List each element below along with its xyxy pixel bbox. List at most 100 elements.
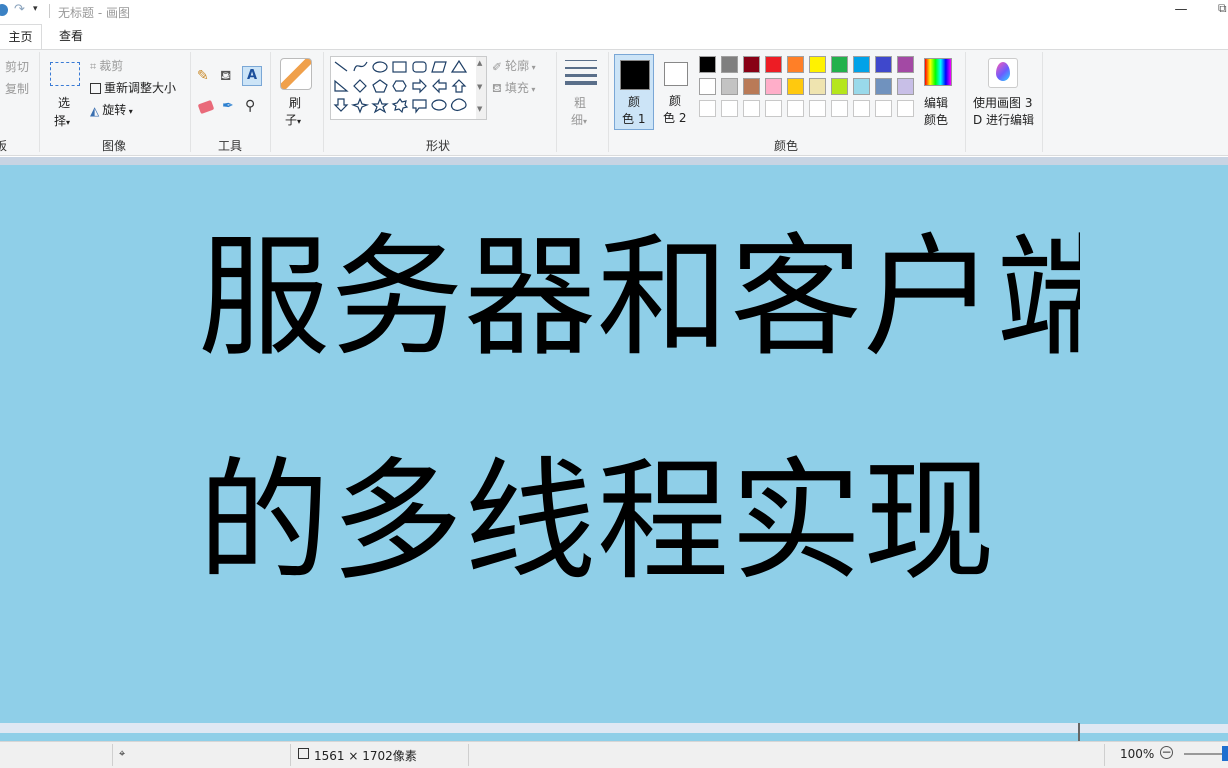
separator: [556, 52, 557, 152]
crop-label: 裁剪: [99, 59, 124, 73]
select-button[interactable]: 选 择▾: [46, 58, 86, 128]
minimize-button[interactable]: —: [1174, 2, 1188, 17]
brushes-label-2: 子▾: [285, 113, 302, 127]
cut-button[interactable]: 剪切: [5, 58, 29, 75]
shapes-scrollbar[interactable]: ▲ ▼ ▼: [476, 56, 487, 120]
palette-color[interactable]: [787, 78, 804, 95]
status-bar: ⌖ 1561 × 1702像素 100% −: [0, 741, 1228, 768]
palette-color[interactable]: [765, 78, 782, 95]
resize-handle[interactable]: [1078, 723, 1080, 741]
copy-label: 复制: [5, 82, 30, 96]
scroll-up-icon: ▲: [477, 59, 483, 67]
custom-color-slot[interactable]: [875, 100, 892, 117]
palette-color[interactable]: [831, 56, 848, 73]
palette-color[interactable]: [897, 56, 914, 73]
palette-color[interactable]: [765, 56, 782, 73]
select-label-1: 选: [58, 96, 71, 110]
separator: [1042, 52, 1043, 152]
palette-color[interactable]: [853, 78, 870, 95]
custom-color-slot[interactable]: [765, 100, 782, 117]
magnifier-icon[interactable]: ⚲: [245, 98, 255, 114]
separator: [270, 52, 271, 152]
customize-quick-access-icon[interactable]: ▾: [33, 4, 38, 14]
fill-bucket-icon[interactable]: ⛾: [220, 68, 238, 86]
color1-button[interactable]: 颜 色 1: [614, 54, 654, 130]
palette-color[interactable]: [875, 56, 892, 73]
palette-color[interactable]: [721, 78, 738, 95]
title-bar: ↷ ▾ 无标题 - 画图 — ⧉: [0, 0, 1228, 24]
color1-label-2: 色 1: [622, 112, 646, 126]
custom-color-slot[interactable]: [831, 100, 848, 117]
palette-color[interactable]: [809, 78, 826, 95]
palette-color[interactable]: [699, 78, 716, 95]
tab-view[interactable]: 查看: [50, 24, 92, 49]
palette-color[interactable]: [875, 78, 892, 95]
window-title: 无标题 - 画图: [58, 6, 130, 20]
fill-button[interactable]: ⛾ 填充 ▾: [492, 79, 535, 97]
separator: [112, 744, 113, 766]
palette-color[interactable]: [897, 78, 914, 95]
edit-colors-label-1: 编辑: [924, 96, 949, 110]
redo-icon[interactable]: ↷: [14, 2, 25, 17]
clipboard-group-label: 板: [0, 139, 7, 153]
custom-color-slot[interactable]: [787, 100, 804, 117]
horizontal-scrollbar[interactable]: [0, 723, 1080, 733]
color1-label-1: 颜: [628, 95, 641, 109]
select-label-2: 择▾: [54, 114, 71, 128]
title-separator: [49, 4, 50, 18]
palette-color[interactable]: [743, 78, 760, 95]
cut-label: 剪切: [5, 60, 30, 74]
canvas-workspace: 服务器和客户端 的多线程实现: [0, 157, 1228, 741]
brushes-button[interactable]: 刷 子▾: [276, 56, 316, 128]
palette-color[interactable]: [721, 56, 738, 73]
select-rect-icon: [50, 62, 80, 86]
chevron-down-icon: ▾: [583, 117, 588, 126]
size-button[interactable]: 粗 细▾: [562, 56, 602, 128]
ribbon-tabs: 主页 查看: [0, 24, 1228, 49]
color2-label-1: 颜: [669, 94, 682, 108]
pencil-icon[interactable]: ✎: [197, 68, 215, 86]
custom-color-slot[interactable]: [699, 100, 716, 117]
rotate-button[interactable]: ◭ 旋转 ▾: [90, 101, 133, 118]
restore-button[interactable]: ⧉: [1218, 1, 1228, 17]
edit-colors-button[interactable]: 编辑 颜色: [920, 56, 954, 128]
zoom-out-button[interactable]: −: [1160, 746, 1173, 759]
zoom-slider-thumb[interactable]: [1222, 746, 1228, 761]
canvas-text-line-1: 服务器和客户端: [198, 221, 1129, 375]
edit-with-paint3d-button[interactable]: 使用画图 3 D 进行编辑: [970, 56, 1038, 128]
paint3d-label-1: 使用画图 3: [973, 96, 1033, 110]
eraser-icon[interactable]: [197, 99, 215, 115]
scroll-corner: [1080, 724, 1228, 733]
color-wheel-icon: [924, 58, 952, 86]
crop-button[interactable]: ⌗ 裁剪: [90, 57, 123, 74]
shapes-gallery[interactable]: [330, 56, 478, 120]
paint3d-icon: [988, 58, 1018, 88]
brush-icon: [280, 58, 312, 90]
palette-color[interactable]: [809, 56, 826, 73]
resize-button[interactable]: 重新调整大小: [90, 79, 176, 96]
palette-color[interactable]: [853, 56, 870, 73]
custom-color-slot[interactable]: [809, 100, 826, 117]
chevron-down-icon: ▾: [297, 117, 302, 126]
custom-color-slot[interactable]: [743, 100, 760, 117]
zoom-level: 100%: [1120, 747, 1155, 761]
palette-color[interactable]: [699, 56, 716, 73]
color-picker-icon[interactable]: ✒: [222, 98, 234, 114]
palette-color[interactable]: [787, 56, 804, 73]
color2-button[interactable]: 颜 色 2: [657, 54, 695, 130]
separator: [965, 52, 966, 152]
palette-color[interactable]: [743, 56, 760, 73]
separator: [1104, 744, 1105, 766]
custom-color-slot[interactable]: [897, 100, 914, 117]
separator: [39, 52, 40, 152]
paint-app-icon[interactable]: [0, 4, 8, 16]
size-label-1: 粗: [574, 96, 587, 110]
tab-home[interactable]: 主页: [0, 24, 42, 49]
text-tool-icon[interactable]: A: [242, 66, 262, 86]
custom-color-slot[interactable]: [721, 100, 738, 117]
custom-color-slot[interactable]: [853, 100, 870, 117]
outline-button[interactable]: ✐ 轮廓 ▾: [492, 57, 536, 74]
drawing-canvas[interactable]: 服务器和客户端 的多线程实现: [0, 165, 1128, 741]
palette-color[interactable]: [831, 78, 848, 95]
copy-button[interactable]: 复制: [5, 80, 29, 97]
